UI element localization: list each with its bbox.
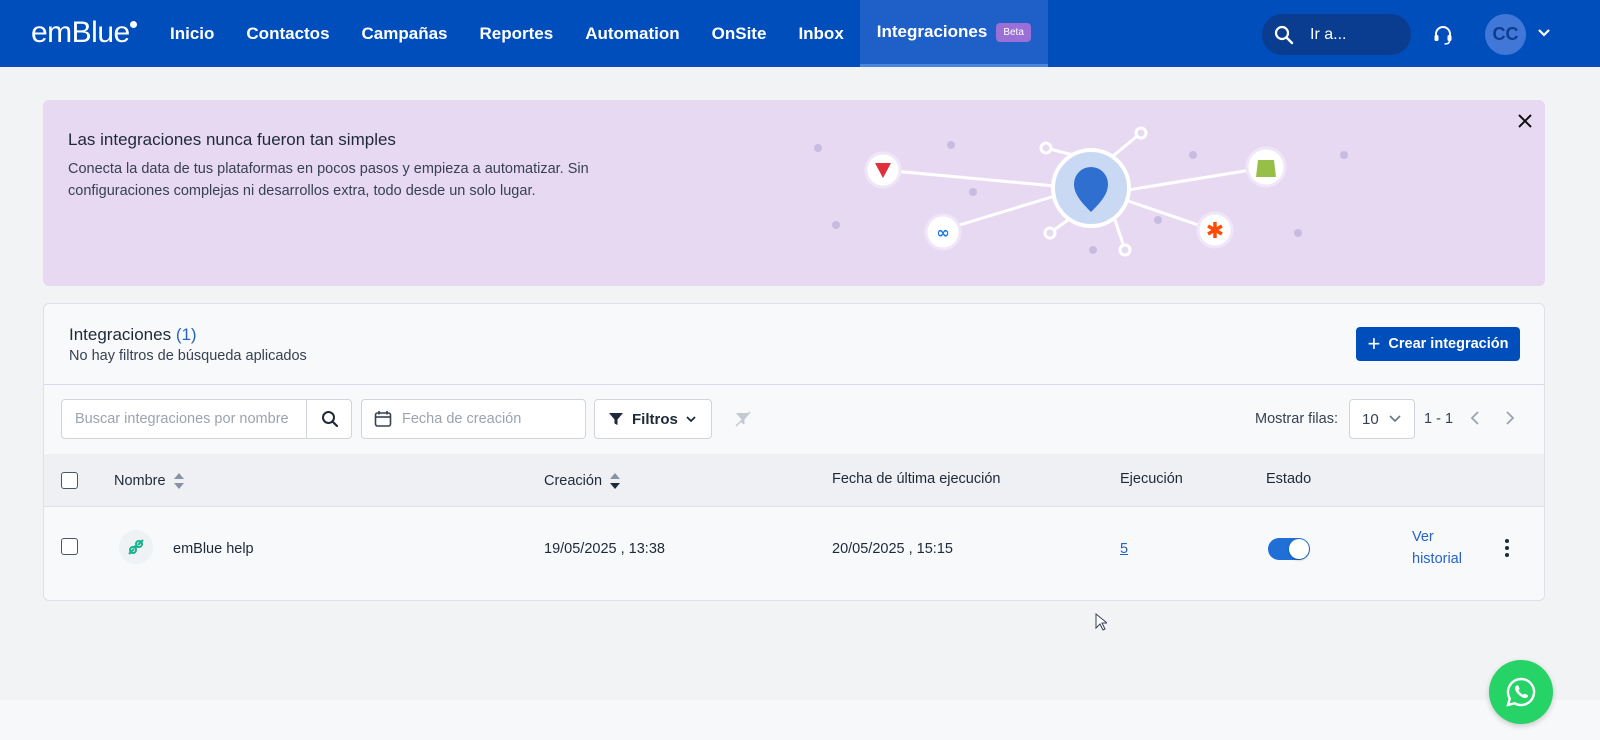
search-button[interactable] xyxy=(306,400,352,438)
sort-icon xyxy=(173,473,184,489)
rows-per-page-label: Mostrar filas: xyxy=(1255,411,1338,427)
nav-item-campanas[interactable]: Campañas xyxy=(346,0,464,67)
user-avatar[interactable]: CC xyxy=(1485,14,1526,55)
top-navbar: emBlue Inicio Contactos Campañas Reporte… xyxy=(0,0,1600,67)
chevron-left-icon[interactable] xyxy=(1469,410,1481,426)
chevron-down-icon xyxy=(686,415,696,422)
create-integration-label: Crear integración xyxy=(1388,336,1509,352)
integrations-illustration: ∞ ✱ xyxy=(814,126,1348,257)
table-header: Nombre Creación Fecha de última ejecució… xyxy=(44,454,1544,507)
table-row: emBlue help 19/05/2025 , 13:38 20/05/202… xyxy=(44,508,1544,588)
link-icon xyxy=(128,539,144,555)
calendar-icon xyxy=(374,411,392,427)
column-created-label: Creación xyxy=(544,473,603,489)
nav-search-label: Ir a... xyxy=(1310,25,1347,43)
more-vertical-icon[interactable] xyxy=(1504,538,1510,558)
column-name[interactable]: Nombre xyxy=(114,471,185,491)
plus-icon: + xyxy=(1367,331,1381,356)
integration-created: 19/05/2025 , 13:38 xyxy=(544,541,665,557)
filters-label: Filtros xyxy=(632,410,678,428)
search-box xyxy=(61,399,352,439)
nav-item-integraciones[interactable]: Integraciones Beta xyxy=(859,0,1048,67)
divider xyxy=(44,384,1544,385)
mouse-cursor-icon xyxy=(1095,613,1107,631)
column-name-label: Nombre xyxy=(114,473,166,489)
nav-item-reportes[interactable]: Reportes xyxy=(464,0,570,67)
chevron-down-icon xyxy=(1389,415,1401,423)
toggle-knob xyxy=(1289,539,1309,559)
sort-icon xyxy=(610,473,621,489)
pagination-range: 1 - 1 xyxy=(1424,411,1454,427)
nav-item-integraciones-label: Integraciones xyxy=(876,22,988,41)
column-last-run: Fecha de última ejecución xyxy=(832,471,1001,487)
filters-status-text: No hay filtros de búsqueda aplicados xyxy=(69,348,307,364)
column-executions: Ejecución xyxy=(1120,471,1183,487)
whatsapp-icon xyxy=(1506,677,1536,707)
chevron-down-icon[interactable] xyxy=(1537,28,1551,38)
logo-dot xyxy=(130,21,137,28)
select-all-checkbox[interactable] xyxy=(61,472,78,489)
banner-title: Las integraciones nunca fueron tan simpl… xyxy=(68,130,396,149)
column-status: Estado xyxy=(1266,471,1312,487)
integrations-banner: Las integraciones nunca fueron tan simpl… xyxy=(43,100,1545,286)
emblue-logo[interactable]: emBlue xyxy=(31,16,130,50)
creation-date-picker[interactable]: Fecha de creación xyxy=(361,399,586,439)
executions-link[interactable]: 5 xyxy=(1120,541,1128,557)
whatsapp-button[interactable] xyxy=(1489,660,1553,724)
integration-name[interactable]: emBlue help xyxy=(173,541,254,557)
nav-item-contactos[interactable]: Contactos xyxy=(230,0,345,67)
rows-per-page-value: 10 xyxy=(1362,410,1379,428)
nav-item-inbox[interactable]: Inbox xyxy=(782,0,859,67)
search-icon xyxy=(1274,25,1294,44)
integration-last-run: 20/05/2025 , 15:15 xyxy=(832,541,953,557)
clear-filter-icon[interactable] xyxy=(734,410,752,428)
svg-text:∞: ∞ xyxy=(936,223,949,242)
beta-badge: Beta xyxy=(996,22,1031,42)
close-icon[interactable] xyxy=(1516,112,1534,130)
card-title-label: Integraciones xyxy=(69,325,172,344)
column-created[interactable]: Creación xyxy=(544,471,621,491)
page-bottom xyxy=(0,700,1600,740)
card-title: Integraciones (1) xyxy=(69,325,197,345)
main-nav: Inicio Contactos Campañas Reportes Autom… xyxy=(154,0,1048,67)
banner-text: Conecta la data de tus plataformas en po… xyxy=(68,161,589,199)
row-checkbox[interactable] xyxy=(61,538,78,555)
search-input[interactable] xyxy=(62,400,306,438)
headset-icon[interactable] xyxy=(1432,24,1454,46)
filter-icon xyxy=(609,413,623,425)
rows-per-page-select[interactable]: 10 xyxy=(1349,399,1415,439)
chevron-right-icon[interactable] xyxy=(1504,410,1516,426)
view-history-link[interactable]: Ver historial xyxy=(1412,526,1482,570)
nav-item-onsite[interactable]: OnSite xyxy=(696,0,783,67)
filters-button[interactable]: Filtros xyxy=(594,399,712,439)
integration-icon xyxy=(119,530,153,564)
nav-item-inicio[interactable]: Inicio xyxy=(154,0,230,67)
search-icon xyxy=(321,411,338,428)
create-integration-button[interactable]: + Crear integración xyxy=(1356,327,1520,361)
svg-text:✱: ✱ xyxy=(1206,219,1224,244)
status-toggle[interactable] xyxy=(1268,538,1310,560)
integrations-card: Integraciones (1) No hay filtros de búsq… xyxy=(43,303,1545,601)
nav-search-button[interactable]: Ir a... xyxy=(1262,14,1411,55)
nav-item-automation[interactable]: Automation xyxy=(569,0,695,67)
integrations-count: (1) xyxy=(175,325,197,344)
creation-date-placeholder: Fecha de creación xyxy=(402,411,522,427)
